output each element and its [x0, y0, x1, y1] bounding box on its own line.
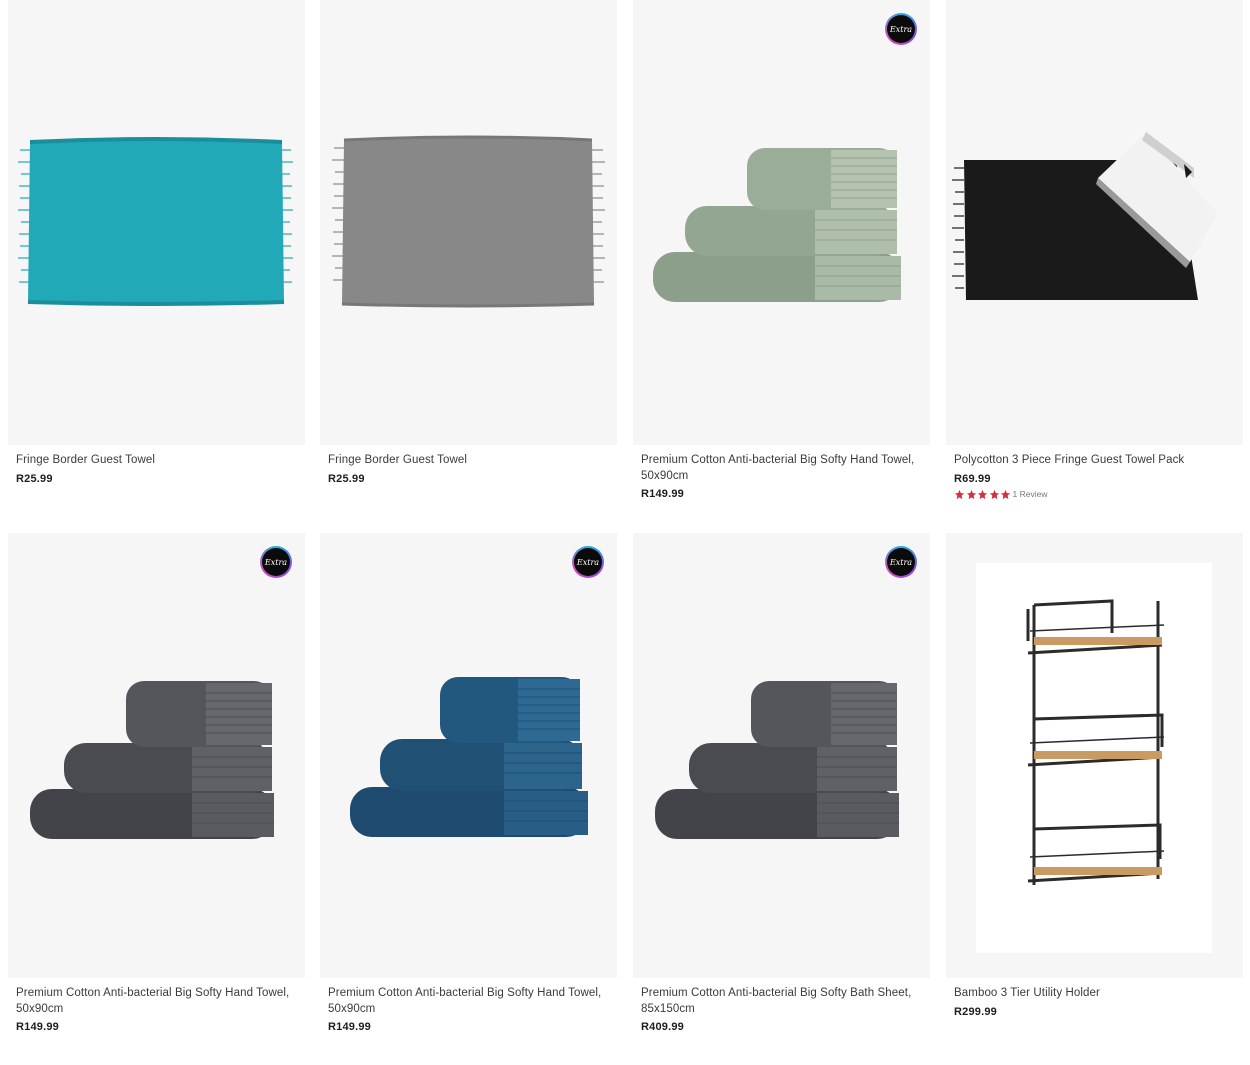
- star-icon: [954, 489, 965, 499]
- product-image[interactable]: [8, 0, 305, 445]
- charcoal-towel-stack-icon: [655, 681, 899, 839]
- star-icon: [966, 489, 976, 499]
- extra-badge-icon: Extra: [885, 546, 917, 578]
- product-image[interactable]: [946, 533, 1243, 978]
- product-price: R25.99: [328, 472, 365, 485]
- product-image[interactable]: Extra: [8, 533, 305, 978]
- product-price: R25.99: [16, 472, 53, 485]
- extra-badge-icon: Extra: [572, 546, 604, 578]
- product-rating[interactable]: 1 Review: [954, 489, 1238, 500]
- product-image[interactable]: Extra: [633, 0, 930, 445]
- product-image[interactable]: [320, 0, 617, 445]
- product-title[interactable]: Premium Cotton Anti-bacterial Big Softy …: [641, 986, 925, 1017]
- navy-towel-stack-icon: [350, 677, 588, 837]
- black-white-towel-pack-icon: [952, 132, 1218, 300]
- product-title[interactable]: Bamboo 3 Tier Utility Holder: [954, 986, 1238, 1002]
- product-title[interactable]: Fringe Border Guest Towel: [328, 453, 612, 469]
- product-price: R299.99: [954, 1005, 997, 1018]
- product-title[interactable]: Premium Cotton Anti-bacterial Big Softy …: [16, 986, 300, 1017]
- product-image[interactable]: Extra: [633, 533, 930, 978]
- star-icon: [989, 489, 999, 499]
- extra-badge-icon: Extra: [885, 13, 917, 45]
- product-title[interactable]: Polycotton 3 Piece Fringe Guest Towel Pa…: [954, 453, 1238, 469]
- product-price: R149.99: [328, 1021, 371, 1034]
- teal-fringe-towel-icon: [18, 137, 293, 306]
- rating-stars: [954, 489, 1012, 500]
- star-icon: [1000, 489, 1011, 499]
- product-title[interactable]: Fringe Border Guest Towel: [16, 453, 300, 469]
- charcoal-towel-stack-icon: [30, 681, 274, 839]
- extra-badge-icon: Extra: [260, 546, 292, 578]
- review-count[interactable]: 1 Review: [1013, 489, 1048, 499]
- product-price: R149.99: [16, 1021, 59, 1034]
- product-price: R409.99: [641, 1021, 684, 1034]
- grey-fringe-towel-icon: [332, 135, 605, 308]
- product-image[interactable]: Extra: [320, 533, 617, 978]
- product-image[interactable]: [946, 0, 1243, 445]
- bamboo-shelf-icon: [976, 563, 1212, 953]
- star-icon: [977, 489, 988, 499]
- product-title[interactable]: Premium Cotton Anti-bacterial Big Softy …: [641, 453, 925, 484]
- product-title[interactable]: Premium Cotton Anti-bacterial Big Softy …: [328, 986, 612, 1017]
- product-price: R149.99: [641, 488, 684, 501]
- sage-towel-stack-icon: [653, 148, 901, 302]
- product-grid: Fringe Border Guest Towel R25.99 Fringe …: [0, 0, 1250, 1065]
- product-price: R69.99: [954, 472, 991, 485]
